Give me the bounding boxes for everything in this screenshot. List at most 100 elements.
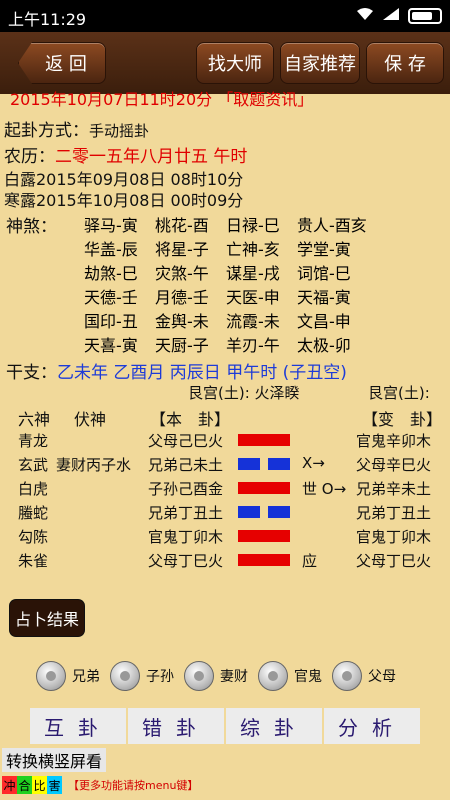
- radio-label: 妻财: [220, 669, 248, 685]
- shensha-row: 劫煞-巳 灾煞-午 谋星-戌 词馆-巳: [84, 260, 384, 284]
- radio-circle-icon[interactable]: [184, 661, 214, 691]
- shensha-item: 文昌-申: [297, 312, 351, 331]
- radio-circle-icon[interactable]: [36, 661, 66, 691]
- tab-0[interactable]: 互卦: [30, 708, 126, 744]
- shensha-item: 谋星-戌: [226, 264, 280, 283]
- ganzhi-value: 乙未年 乙酉月 丙辰日 甲午时 (子丑空): [57, 363, 347, 383]
- yang-line: [238, 482, 290, 494]
- shensha-item: 金舆-未: [155, 312, 209, 331]
- radio-circle-icon[interactable]: [332, 661, 362, 691]
- solar-term-hanlu: 寒露2015年10月08日 00时09分: [4, 191, 244, 210]
- shensha-item: 月德-壬: [155, 288, 209, 307]
- shensha-item: 流霞-未: [226, 312, 280, 331]
- yang-line: [238, 554, 290, 566]
- relation-radio[interactable]: 父母: [332, 661, 396, 691]
- shensha-item: 亡神-亥: [226, 240, 280, 259]
- recommend-button[interactable]: 自家推荐: [280, 42, 360, 84]
- liushen-cell: 勾陈: [18, 528, 49, 546]
- radio-label: 父母: [368, 669, 396, 685]
- bian-gua-cell: 父母辛巳火: [356, 456, 432, 474]
- relation-radio[interactable]: 官鬼: [258, 661, 322, 691]
- shensha-label: 神煞：: [6, 217, 57, 237]
- lunar-row: 农历：二零一五年八月廿五 午时: [4, 142, 247, 167]
- back-button[interactable]: 返 回: [18, 42, 106, 84]
- shensha-item: 天福-寅: [297, 288, 351, 307]
- move-mark: X→: [302, 454, 325, 472]
- shensha-item: 驿马-寅: [84, 216, 138, 235]
- signal-icon: [382, 7, 400, 25]
- yin-line-segment: [238, 458, 260, 470]
- yang-line: [238, 434, 290, 446]
- toolbar: 返 回 找大师 自家推荐 保 存: [0, 32, 450, 94]
- shensha-item: 天德-壬: [84, 288, 138, 307]
- shensha-item: 将星-子: [155, 240, 209, 259]
- bian-gua-cell: 官鬼丁卯木: [356, 528, 432, 546]
- legend-badge: 害: [47, 776, 62, 794]
- move-mark: 世 O→: [302, 480, 347, 498]
- yin-line-segment: [268, 506, 290, 518]
- tab-2[interactable]: 综卦: [224, 708, 322, 744]
- bian-gua-cell: 兄弟辛未土: [356, 480, 432, 498]
- method-row: 起卦方式：手动摇卦: [4, 116, 149, 141]
- rotate-screen-button[interactable]: 转换横竖屏看: [2, 748, 107, 772]
- liushen-cell: 朱雀: [18, 552, 49, 570]
- gua-tabs: 互卦 错卦 综卦 分析: [30, 708, 420, 744]
- bian-gua-cell: 官鬼辛卯木: [356, 432, 432, 450]
- menu-hint: 【更多功能请按menu键】: [68, 779, 199, 792]
- col-ben-gua: 【本 卦】: [150, 410, 231, 429]
- ben-gua-cell: 子孙己酉金: [148, 480, 224, 498]
- right-palace: 艮宫(土):: [368, 384, 430, 402]
- shensha-item: 劫煞-巳: [84, 264, 138, 283]
- yang-line: [238, 530, 290, 542]
- shensha-item: 华盖-辰: [84, 240, 138, 259]
- shensha-item: 羊刃-午: [226, 336, 280, 355]
- radio-label: 子孙: [146, 669, 174, 685]
- tab-3[interactable]: 分析: [322, 708, 420, 744]
- shensha-grid: 驿马-寅 桃花-酉 日禄-巳 贵人-酉亥 华盖-辰 将星-子 亡神-亥 学堂-寅 劫煞-巳 灾煞-…: [84, 212, 384, 356]
- lunar-value: 二零一五年八月廿五 午时: [55, 147, 248, 167]
- shensha-item: 日禄-巳: [226, 216, 280, 235]
- liushen-cell: 白虎: [18, 480, 49, 498]
- battery-icon: [408, 8, 442, 24]
- bottom-legend: 冲合比害 【更多功能请按menu键】: [2, 774, 198, 796]
- divination-result-button[interactable]: 占卜结果: [10, 600, 84, 636]
- shensha-item: 学堂-寅: [297, 240, 351, 259]
- relation-radio-group: 兄弟 子孙 妻财 官鬼 父母: [36, 660, 436, 692]
- fushen-cell: 妻财丙子水: [56, 456, 132, 474]
- shensha-row: 国印-丑 金舆-未 流霞-未 文昌-申: [84, 308, 384, 332]
- radio-circle-icon[interactable]: [110, 661, 140, 691]
- shensha-row: 驿马-寅 桃花-酉 日禄-巳 贵人-酉亥: [84, 212, 384, 236]
- status-bar: 上午11:29: [0, 0, 450, 32]
- legend-badge: 比: [32, 776, 47, 794]
- shensha-item: 桃花-酉: [155, 216, 209, 235]
- wifi-icon: [356, 7, 374, 25]
- method-label: 起卦方式：: [4, 121, 89, 141]
- hexagram-name: 火泽睽: [254, 384, 300, 402]
- move-mark: 应: [302, 552, 318, 570]
- col-bian-gua: 【变 卦】: [362, 410, 443, 429]
- ganzhi-label: 干支：: [6, 363, 57, 383]
- shensha-item: 灾煞-午: [155, 264, 209, 283]
- relation-radio[interactable]: 妻财: [184, 661, 248, 691]
- shensha-item: 国印-丑: [84, 312, 138, 331]
- find-master-button[interactable]: 找大师: [196, 42, 274, 84]
- save-button[interactable]: 保 存: [366, 42, 444, 84]
- ben-gua-cell: 兄弟己未土: [148, 456, 224, 474]
- shensha-item: 太极-卯: [297, 336, 351, 355]
- shensha-item: 天厨-子: [155, 336, 209, 355]
- radio-circle-icon[interactable]: [258, 661, 288, 691]
- relation-radio[interactable]: 兄弟: [36, 661, 100, 691]
- ben-gua-cell: 父母丁巳火: [148, 552, 224, 570]
- bian-gua-cell: 父母丁巳火: [356, 552, 432, 570]
- shensha-item: 天医-申: [226, 288, 280, 307]
- yin-line-segment: [268, 458, 290, 470]
- shensha-item: 词馆-巳: [297, 264, 351, 283]
- ben-gua-cell: 官鬼丁卯木: [148, 528, 224, 546]
- liushen-cell: 玄武: [18, 456, 49, 474]
- relation-radio[interactable]: 子孙: [110, 661, 174, 691]
- col-fushen: 伏神: [74, 410, 107, 429]
- tab-1[interactable]: 错卦: [126, 708, 224, 744]
- ben-gua-cell: 父母己巳火: [148, 432, 224, 450]
- shensha-item: 贵人-酉亥: [297, 216, 367, 235]
- radio-label: 官鬼: [294, 669, 322, 685]
